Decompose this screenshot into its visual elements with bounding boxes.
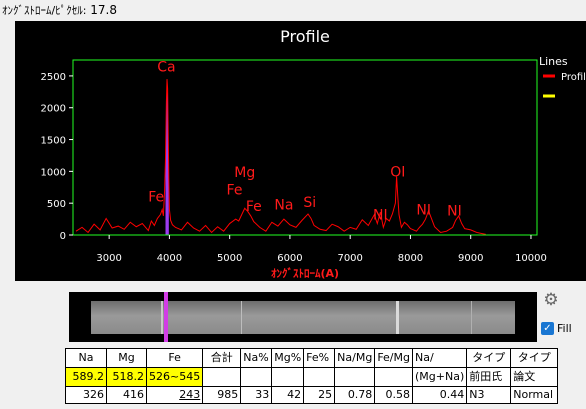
peak-label: Fe [148, 189, 164, 205]
table-cell: 25 [303, 386, 336, 404]
table-cell[interactable]: 518.2 [106, 367, 147, 387]
angstrom-per-pixel-value: 17.8 [90, 3, 117, 17]
header-cell: Fe% [303, 348, 336, 368]
legend-title: Lines [539, 55, 568, 68]
table-cell[interactable]: 589.2 [65, 367, 107, 387]
table-cell: 論文 [510, 367, 559, 387]
table-cell [271, 367, 305, 387]
header-cell: 合計 [202, 348, 242, 368]
spectrum-line [241, 301, 242, 334]
y-tick-label: 2500 [41, 72, 66, 83]
spectrum-image [91, 301, 515, 334]
x-tick-label: 8000 [398, 253, 423, 264]
results-table: Na Mg Fe 合計 Na% Mg% Fe% Na/Mg Fe/Mg Na/ … [65, 348, 559, 404]
chart-title: Profile [280, 27, 330, 46]
header-cell: タイプ [466, 348, 512, 368]
header-cell: Fe [145, 348, 204, 368]
x-tick-label: 9000 [458, 253, 483, 264]
y-tick-label: 500 [47, 199, 66, 210]
table-row: 589.2 518.2 526~545 (Mg+Na) 前田氏 論文 [65, 367, 559, 387]
spectrum-line [471, 301, 472, 334]
header-cell: Na [65, 348, 107, 368]
table-row: 326 416 243 985 33 42 25 0.78 0.58 0.44 … [65, 386, 559, 404]
x-tick-label: 3000 [96, 253, 121, 264]
y-tick-label: 0 [60, 231, 66, 242]
x-axis-label: ｵﾝｸﾞｽﾄﾛｰﾑ(A) [271, 266, 339, 280]
legend-label-profile: Profile [561, 72, 586, 83]
peak-label: Ca [157, 59, 175, 75]
peak-label: NI [373, 208, 388, 224]
x-tick-label: 6000 [277, 253, 302, 264]
x-tick-label: 10000 [515, 253, 547, 264]
header-cell: Mg% [271, 348, 305, 368]
table-cell: 416 [106, 386, 147, 404]
angstrom-per-pixel-readout: ｵﾝｸﾞｽﾄﾛｰﾑ/ﾋﾟｸｾﾙ: 17.8 [2, 1, 117, 19]
y-tick-label: 1500 [41, 136, 66, 147]
table-cell: 0.78 [334, 386, 376, 404]
table-cell [334, 367, 376, 387]
gear-icon[interactable]: ⚙ [541, 290, 561, 310]
strip-position-marker[interactable] [164, 292, 168, 342]
header-cell: Fe/Mg [374, 348, 413, 368]
table-cell[interactable]: 526~545 [145, 367, 204, 387]
table-cell: 33 [240, 386, 273, 404]
spectrum-line [396, 301, 399, 334]
table-cell [303, 367, 336, 387]
peak-label: NI [447, 203, 462, 219]
table-cell: 326 [65, 386, 107, 404]
table-cell: 0.44 [411, 386, 468, 404]
header-cell: Na/ [411, 348, 468, 368]
peak-label: Fe [227, 182, 243, 198]
profile-plot-panel[interactable]: Profile 0 500 1000 1500 2000 2500 3000 4000 5000 6… [15, 21, 586, 281]
x-tick-label: 7000 [337, 253, 362, 264]
table-cell: 42 [271, 386, 305, 404]
peak-label: Si [303, 195, 316, 211]
table-cell: 243 [145, 386, 204, 404]
angstrom-per-pixel-label: ｵﾝｸﾞｽﾄﾛｰﾑ/ﾋﾟｸｾﾙ: [2, 4, 87, 17]
table-cell: N3 [466, 386, 512, 404]
spectrum-line [161, 301, 163, 334]
fill-checkbox[interactable]: ✓ Fill [541, 320, 572, 336]
y-tick-label: 1000 [41, 167, 66, 178]
table-cell: 985 [202, 386, 242, 404]
x-tick-label: 5000 [217, 253, 242, 264]
table-cell [374, 367, 413, 387]
table-cell: 前田氏 [466, 367, 512, 387]
header-cell: Mg [106, 348, 147, 368]
table-cell: 0.58 [374, 386, 413, 404]
table-cell [202, 367, 242, 387]
y-tick-label: 2000 [41, 104, 66, 115]
checkbox-checked-icon[interactable]: ✓ [541, 321, 554, 335]
peak-label: Fe [246, 199, 262, 215]
table-cell: (Mg+Na) [411, 367, 468, 387]
peak-label: Mg [234, 165, 255, 181]
table-cell: Normal [510, 386, 559, 404]
fill-label: Fill [557, 321, 572, 335]
header-cell: Na/Mg [334, 348, 376, 368]
header-cell: タイプ [510, 348, 559, 368]
table-header-row: Na Mg Fe 合計 Na% Mg% Fe% Na/Mg Fe/Mg Na/ … [65, 348, 559, 368]
table-cell [240, 367, 273, 387]
header-cell: Na% [240, 348, 273, 368]
peak-label: NI [416, 203, 431, 219]
peak-label: Na [274, 198, 293, 214]
peak-label: OI [390, 164, 405, 180]
spectrum-image-strip[interactable] [69, 292, 537, 342]
x-tick-label: 4000 [157, 253, 182, 264]
profile-chart[interactable]: Profile 0 500 1000 1500 2000 2500 3000 4000 5000 6… [15, 21, 586, 281]
